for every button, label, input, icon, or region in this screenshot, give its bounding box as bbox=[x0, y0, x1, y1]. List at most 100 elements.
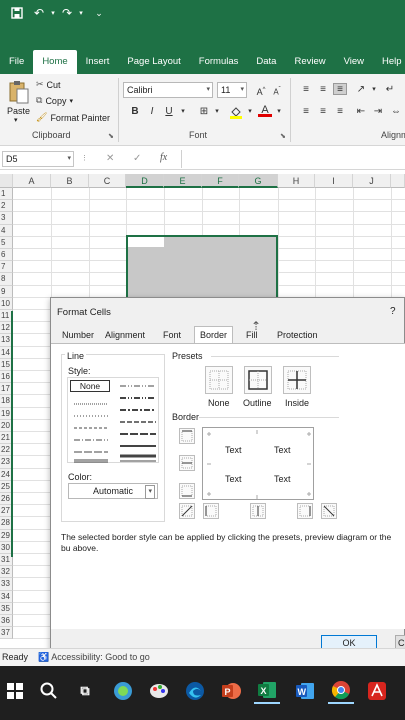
row-header[interactable]: 33 bbox=[0, 578, 13, 591]
borders-icon[interactable]: ⊞ bbox=[197, 106, 211, 118]
column-header-partial[interactable] bbox=[391, 174, 405, 188]
row-header[interactable]: 1 bbox=[0, 188, 13, 201]
search-icon[interactable] bbox=[36, 678, 62, 704]
border-bottom-button[interactable] bbox=[179, 483, 195, 499]
preset-none-button[interactable] bbox=[205, 366, 233, 394]
format-painter-button[interactable]: 🖌 Format Painter bbox=[36, 112, 110, 123]
font-color-icon[interactable]: A bbox=[258, 104, 272, 117]
tab-file[interactable]: File bbox=[0, 50, 33, 74]
wrap-text-icon[interactable]: ↵ bbox=[383, 84, 397, 96]
chrome-icon[interactable] bbox=[328, 678, 354, 704]
bold-button[interactable]: B bbox=[128, 106, 142, 118]
formula-input[interactable] bbox=[181, 150, 405, 168]
preset-outline-button[interactable] bbox=[244, 366, 272, 394]
tab-alignment[interactable]: Alignment bbox=[105, 330, 145, 340]
align-bottom-icon[interactable]: ≡ bbox=[333, 83, 347, 95]
color-select[interactable]: Automatic ▾ bbox=[68, 483, 158, 499]
name-box[interactable]: D5 ▾ bbox=[2, 151, 74, 167]
more-options-icon[interactable]: ⋮ bbox=[81, 154, 88, 162]
row-header[interactable]: 4 bbox=[0, 224, 13, 237]
row-header[interactable]: 3 bbox=[0, 212, 13, 225]
align-right-icon[interactable]: ≡ bbox=[333, 106, 347, 118]
fill-color-dropdown-icon[interactable]: ▾ bbox=[243, 106, 257, 118]
edge-dev-icon[interactable] bbox=[110, 678, 136, 704]
undo-icon[interactable]: ↶ bbox=[32, 6, 46, 20]
border-center-button[interactable] bbox=[250, 503, 266, 519]
windows-icon[interactable] bbox=[2, 678, 28, 704]
accessibility-status[interactable]: ♿ Accessibility: Good to go bbox=[38, 652, 150, 663]
row-header[interactable]: 7 bbox=[0, 261, 13, 274]
row-header[interactable]: 2 bbox=[0, 200, 13, 213]
border-left-button[interactable] bbox=[203, 503, 219, 519]
tab-view[interactable]: View bbox=[335, 50, 373, 74]
column-header[interactable]: E bbox=[164, 174, 202, 188]
tab-number[interactable]: Number bbox=[62, 330, 94, 340]
undo-dropdown-icon[interactable]: ▾ bbox=[46, 6, 60, 20]
column-header[interactable]: H bbox=[278, 174, 315, 188]
align-top-icon[interactable]: ≡ bbox=[299, 84, 313, 96]
redo-dropdown-icon[interactable]: ▾ bbox=[74, 6, 88, 20]
paste-icon[interactable] bbox=[7, 80, 29, 106]
tab-home[interactable]: Home bbox=[33, 50, 77, 74]
preset-inside-button[interactable] bbox=[283, 366, 311, 394]
font-size-combo[interactable]: 11 ▾ bbox=[217, 82, 247, 98]
row-header[interactable]: 6 bbox=[0, 249, 13, 262]
border-top-button[interactable] bbox=[179, 428, 195, 444]
font-launcher-icon[interactable]: ⬊ bbox=[280, 132, 286, 140]
copy-button[interactable]: ⧉ Copy ▾ bbox=[36, 95, 73, 106]
row-header[interactable]: 10 bbox=[0, 297, 13, 310]
border-right-button[interactable] bbox=[297, 503, 313, 519]
selected-range[interactable] bbox=[126, 235, 278, 299]
active-cell[interactable] bbox=[128, 237, 164, 247]
font-color-dropdown-icon[interactable]: ▾ bbox=[272, 106, 286, 118]
column-header[interactable]: F bbox=[202, 174, 239, 188]
powerpoint-icon[interactable]: P bbox=[218, 678, 244, 704]
border-diagonal-up-button[interactable] bbox=[179, 503, 195, 519]
column-header[interactable]: G bbox=[239, 174, 278, 188]
column-header[interactable]: I bbox=[315, 174, 353, 188]
column-header[interactable]: B bbox=[51, 174, 89, 188]
customize-toolbar-icon[interactable]: ⌄ bbox=[92, 6, 106, 20]
insert-function-icon[interactable]: fx bbox=[160, 152, 167, 163]
clipboard-launcher-icon[interactable]: ⬊ bbox=[108, 132, 114, 140]
tab-insert[interactable]: Insert bbox=[77, 50, 119, 74]
paste-button[interactable]: Paste bbox=[7, 106, 30, 116]
column-header[interactable]: J bbox=[353, 174, 391, 188]
enter-entry-icon[interactable]: ✓ bbox=[133, 153, 141, 164]
align-center-icon[interactable]: ≡ bbox=[316, 106, 330, 118]
task-view-icon[interactable]: ⧉ bbox=[72, 678, 98, 704]
fill-color-icon[interactable] bbox=[229, 105, 243, 119]
word-icon[interactable]: W bbox=[292, 678, 318, 704]
tab-page-layout[interactable]: Page Layout bbox=[118, 50, 189, 74]
paste-dropdown-icon[interactable]: ▾ bbox=[14, 116, 18, 124]
row-header[interactable]: 32 bbox=[0, 566, 13, 579]
column-header[interactable]: D bbox=[126, 174, 164, 188]
row-header[interactable]: 34 bbox=[0, 590, 13, 603]
font-name-combo[interactable]: Calibri ▾ bbox=[123, 82, 213, 98]
excel-icon[interactable]: X bbox=[254, 678, 280, 704]
tab-help[interactable]: Help bbox=[373, 50, 405, 74]
align-middle-icon[interactable]: ≡ bbox=[316, 84, 330, 96]
tab-review[interactable]: Review bbox=[285, 50, 334, 74]
line-style-list[interactable]: None bbox=[67, 377, 159, 463]
row-header[interactable]: 37 bbox=[0, 627, 13, 640]
row-header[interactable]: 35 bbox=[0, 602, 13, 615]
merge-center-icon[interactable]: ⇔ bbox=[389, 106, 403, 118]
orientation-icon[interactable]: ↗ bbox=[354, 84, 368, 96]
cancel-entry-icon[interactable]: ✕ bbox=[106, 153, 114, 164]
decrease-indent-icon[interactable]: ⇤ bbox=[354, 106, 368, 118]
italic-button[interactable]: I bbox=[145, 106, 159, 118]
underline-button[interactable]: U bbox=[162, 106, 176, 118]
tab-font[interactable]: Font bbox=[163, 330, 181, 340]
redo-icon[interactable]: ↷ bbox=[60, 6, 74, 20]
tab-formulas[interactable]: Formulas bbox=[190, 50, 248, 74]
borders-dropdown-icon[interactable]: ▾ bbox=[210, 106, 224, 118]
cut-button[interactable]: ✂ Cut bbox=[36, 79, 61, 90]
border-diagonal-down-button[interactable] bbox=[321, 503, 337, 519]
shrink-font-icon[interactable]: Aˇ bbox=[270, 84, 284, 97]
grow-font-icon[interactable]: A^ bbox=[254, 84, 268, 97]
align-left-icon[interactable]: ≡ bbox=[299, 106, 313, 118]
orientation-dropdown-icon[interactable]: ▾ bbox=[367, 84, 381, 96]
row-header[interactable]: 36 bbox=[0, 615, 13, 628]
acrobat-icon[interactable] bbox=[364, 678, 390, 704]
